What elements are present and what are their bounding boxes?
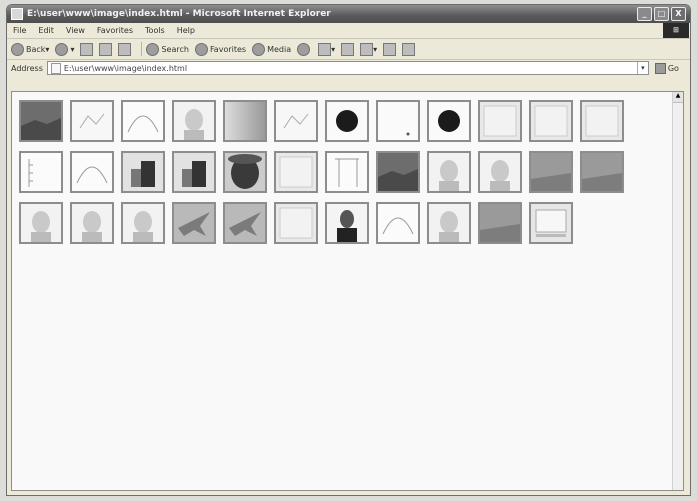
forward-button[interactable]: ▾ bbox=[55, 42, 74, 56]
media-button[interactable]: Media bbox=[252, 42, 292, 56]
toolbar-divider bbox=[141, 42, 143, 56]
thumbnail-image[interactable] bbox=[70, 100, 114, 142]
go-arrow-icon bbox=[654, 62, 666, 74]
search-icon bbox=[146, 42, 160, 56]
address-value: E:\user\www\image\index.html bbox=[63, 63, 188, 73]
thumbnail-image[interactable] bbox=[223, 151, 267, 193]
address-input[interactable]: E:\user\www\image\index.html ▾ bbox=[46, 61, 649, 75]
search-label: Search bbox=[161, 44, 189, 54]
title-bar[interactable]: E:\user\www\image\index.html - Microsoft… bbox=[7, 5, 690, 23]
media-icon bbox=[252, 42, 266, 56]
discuss-icon bbox=[383, 42, 397, 56]
thumbnail-image[interactable] bbox=[478, 202, 522, 244]
home-button[interactable] bbox=[118, 42, 132, 56]
maximize-button[interactable]: □ bbox=[654, 7, 669, 21]
favorites-button[interactable]: Favorites bbox=[194, 42, 247, 56]
address-dropdown[interactable]: ▾ bbox=[636, 62, 648, 74]
home-icon bbox=[118, 42, 132, 56]
thumbnail-image[interactable] bbox=[325, 202, 369, 244]
thumbnail-image[interactable] bbox=[478, 100, 522, 142]
thumbnail-image[interactable] bbox=[172, 100, 216, 142]
go-button[interactable]: Go bbox=[654, 62, 679, 74]
messenger-button[interactable] bbox=[402, 42, 416, 56]
close-button[interactable]: X bbox=[671, 7, 686, 21]
windows-logo-icon: ⊞ bbox=[663, 23, 689, 38]
forward-arrow-icon bbox=[55, 42, 69, 56]
thumbnail-image[interactable] bbox=[376, 202, 420, 244]
stop-button[interactable] bbox=[80, 42, 94, 56]
thumbnail-image[interactable] bbox=[325, 151, 369, 193]
menu-help[interactable]: Help bbox=[171, 26, 201, 35]
browser-window: E:\user\www\image\index.html - Microsoft… bbox=[6, 4, 691, 496]
thumbnail-image[interactable] bbox=[172, 151, 216, 193]
edit-icon bbox=[360, 42, 374, 56]
menu-tools[interactable]: Tools bbox=[139, 26, 171, 35]
thumbnail-image[interactable] bbox=[70, 202, 114, 244]
thumbnail-image[interactable] bbox=[70, 151, 114, 193]
thumbnail-image[interactable] bbox=[376, 151, 420, 193]
window-title: E:\user\www\image\index.html - Microsoft… bbox=[27, 9, 331, 19]
thumbnail-image[interactable] bbox=[427, 100, 471, 142]
back-button[interactable]: Back ▾ bbox=[11, 42, 49, 56]
refresh-button[interactable] bbox=[99, 42, 113, 56]
ie-icon bbox=[11, 8, 23, 20]
thumbnail-image[interactable] bbox=[580, 100, 624, 142]
back-label: Back bbox=[26, 44, 46, 54]
back-arrow-icon bbox=[11, 42, 24, 56]
thumbnail-image[interactable] bbox=[19, 202, 63, 244]
menu-view[interactable]: View bbox=[60, 26, 91, 35]
favorites-icon bbox=[194, 42, 208, 56]
print-icon bbox=[341, 42, 355, 56]
thumbnail-image[interactable] bbox=[274, 202, 318, 244]
thumbnail-image[interactable] bbox=[274, 100, 318, 142]
menu-bar: File Edit View Favorites Tools Help ⊞ bbox=[7, 23, 690, 39]
thumbnail-image[interactable] bbox=[19, 151, 63, 193]
thumbnail-image[interactable] bbox=[580, 151, 624, 193]
mail-icon bbox=[318, 42, 332, 56]
vertical-scrollbar[interactable]: ▲ bbox=[672, 92, 683, 490]
scroll-up-arrow-icon[interactable]: ▲ bbox=[673, 92, 683, 103]
page-icon bbox=[50, 62, 61, 74]
thumbnail-image[interactable] bbox=[121, 100, 165, 142]
thumbnail-image[interactable] bbox=[325, 100, 369, 142]
thumbnail-image[interactable] bbox=[427, 202, 471, 244]
thumbnail-image[interactable] bbox=[121, 202, 165, 244]
menu-favorites[interactable]: Favorites bbox=[91, 26, 139, 35]
address-label: Address bbox=[11, 63, 43, 73]
stop-icon bbox=[80, 42, 94, 56]
thumbnail-image[interactable] bbox=[223, 100, 267, 142]
search-button[interactable]: Search bbox=[146, 42, 189, 56]
thumbnail-image[interactable] bbox=[121, 151, 165, 193]
edit-button[interactable]: ▾ bbox=[360, 42, 377, 56]
thumbnail-image[interactable] bbox=[274, 151, 318, 193]
refresh-icon bbox=[99, 42, 113, 56]
thumbnail-image[interactable] bbox=[529, 202, 573, 244]
history-icon bbox=[297, 42, 311, 56]
menu-edit[interactable]: Edit bbox=[32, 26, 60, 35]
favorites-label: Favorites bbox=[209, 44, 247, 54]
thumbnail-image[interactable] bbox=[427, 151, 471, 193]
history-button[interactable] bbox=[297, 42, 312, 56]
thumbnail-image[interactable] bbox=[478, 151, 522, 193]
page-content: ▲ bbox=[11, 91, 684, 491]
go-label: Go bbox=[667, 63, 679, 73]
messenger-icon bbox=[402, 42, 416, 56]
toolbar: Back ▾ ▾ Search Favorites Media ▾ ▾ bbox=[7, 39, 690, 60]
thumbnail-image[interactable] bbox=[376, 100, 420, 142]
thumbnail-image[interactable] bbox=[529, 100, 573, 142]
minimize-button[interactable]: _ bbox=[637, 7, 652, 21]
thumbnail-image[interactable] bbox=[172, 202, 216, 244]
thumbnail-image[interactable] bbox=[223, 202, 267, 244]
thumbnail-image[interactable] bbox=[19, 100, 63, 142]
menu-file[interactable]: File bbox=[7, 26, 32, 35]
discuss-button[interactable] bbox=[383, 42, 397, 56]
print-button[interactable] bbox=[341, 42, 355, 56]
thumbnail-image[interactable] bbox=[529, 151, 573, 193]
address-bar: Address E:\user\www\image\index.html ▾ G… bbox=[7, 60, 690, 76]
media-label: Media bbox=[267, 44, 292, 54]
mail-button[interactable]: ▾ bbox=[318, 42, 335, 56]
